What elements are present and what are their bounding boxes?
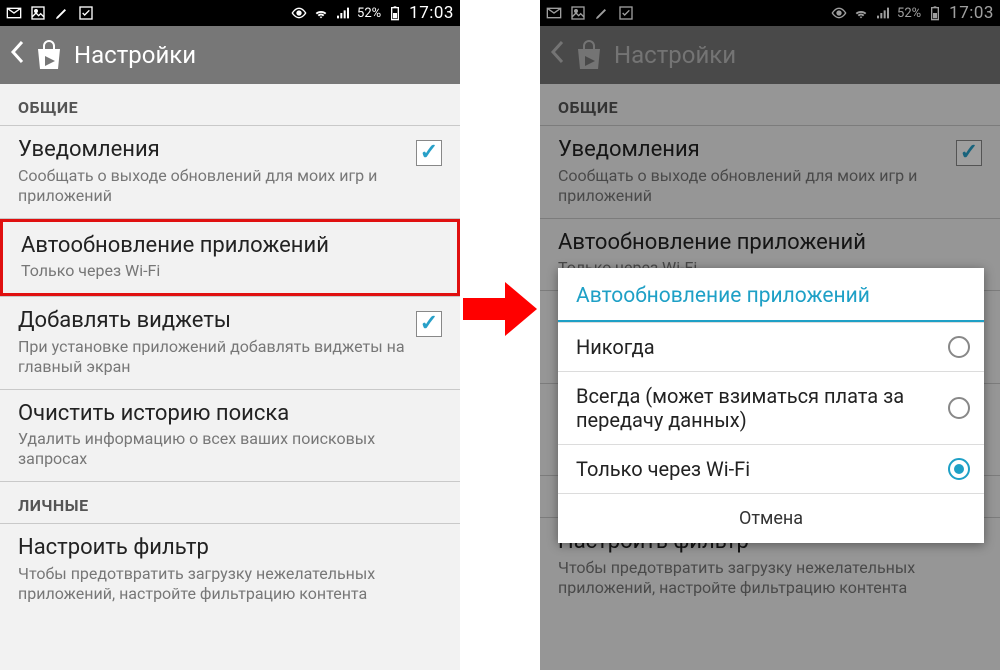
battery-icon xyxy=(387,5,403,21)
setting-clear-history[interactable]: Очистить историю поиска Удалить информац… xyxy=(0,390,460,482)
setting-title: Уведомления xyxy=(558,136,946,164)
action-bar: Настройки xyxy=(540,26,1000,84)
arrow-icon xyxy=(463,280,537,338)
settings-content: ОБЩИЕ Уведомления Сообщать о выходе обно… xyxy=(0,84,460,670)
auto-update-dialog: Автообновление приложений Никогда Всегда… xyxy=(558,268,984,543)
eye-icon xyxy=(831,5,847,21)
status-left-icons xyxy=(6,5,94,21)
checkbox-notifications[interactable]: ✓ xyxy=(416,140,442,166)
dialog-cancel-button[interactable]: Отмена xyxy=(558,493,984,543)
phone-screenshot-left: 52% 17:03 Настройки ОБЩИЕ Уведомления Со… xyxy=(0,0,460,670)
battery-icon xyxy=(927,5,943,21)
setting-title: Очистить историю поиска xyxy=(18,400,442,428)
dialog-option-never[interactable]: Никогда xyxy=(558,322,984,371)
setting-auto-update[interactable]: Автообновление приложений Только через W… xyxy=(3,222,457,294)
checkbox-add-widgets[interactable]: ✓ xyxy=(416,311,442,337)
setting-sub: Сообщать о выходе обновлений для моих иг… xyxy=(18,166,406,206)
action-bar: Настройки xyxy=(0,26,460,84)
status-time: 17:03 xyxy=(409,3,454,23)
setting-add-widgets[interactable]: Добавлять виджеты При установке приложен… xyxy=(0,297,460,389)
setting-filter[interactable]: Настроить фильтр Чтобы предотвратить заг… xyxy=(0,524,460,616)
setting-title: Настроить фильтр xyxy=(18,534,442,562)
play-store-icon xyxy=(574,39,604,71)
dialog-option-always[interactable]: Всегда (может взиматься плата за передач… xyxy=(558,371,984,444)
setting-sub: Только через Wi-Fi xyxy=(21,261,439,281)
status-bar: 52% 17:03 xyxy=(540,0,1000,26)
image-icon xyxy=(570,5,586,21)
setting-notifications: Уведомления Сообщать о выходе обновлений… xyxy=(540,126,1000,218)
status-time: 17:03 xyxy=(949,3,994,23)
dialog-option-label: Никогда xyxy=(576,335,938,359)
phone-screenshot-right: 52% 17:03 Настройки ОБЩИЕ Уведомления Со… xyxy=(540,0,1000,670)
mail-icon xyxy=(546,5,562,21)
dialog-option-wifi[interactable]: Только через Wi-Fi xyxy=(558,444,984,493)
back-chevron-icon xyxy=(550,40,564,70)
checkbox-icon xyxy=(618,5,634,21)
status-right-icons: 52% 17:03 xyxy=(291,3,454,23)
wifi-icon xyxy=(853,5,869,21)
checkbox-notifications: ✓ xyxy=(956,140,982,166)
play-store-icon[interactable] xyxy=(34,39,64,71)
section-personal: ЛИЧНЫЕ xyxy=(0,482,460,523)
setting-sub: Сообщать о выходе обновлений для моих иг… xyxy=(558,166,946,206)
highlight-auto-update: Автообновление приложений Только через W… xyxy=(0,219,460,297)
setting-title: Автообновление приложений xyxy=(558,229,982,257)
action-bar-title: Настройки xyxy=(74,41,196,69)
setting-notifications[interactable]: Уведомления Сообщать о выходе обновлений… xyxy=(0,126,460,218)
radio-wifi[interactable] xyxy=(948,458,970,480)
battery-percent: 52% xyxy=(357,6,381,21)
radio-never[interactable] xyxy=(948,336,970,358)
battery-percent: 52% xyxy=(897,6,921,21)
action-bar-title: Настройки xyxy=(614,41,736,69)
setting-sub: При установке приложений добавлять видже… xyxy=(18,337,406,377)
status-right-icons: 52% 17:03 xyxy=(831,3,994,23)
eye-icon xyxy=(291,5,307,21)
signal-icon xyxy=(875,5,891,21)
section-general: ОБЩИЕ xyxy=(0,84,460,125)
setting-sub: Удалить информацию о всех ваших поисковы… xyxy=(18,429,442,469)
checkbox-icon xyxy=(78,5,94,21)
setting-sub: Чтобы предотвратить загрузку нежелательн… xyxy=(558,558,982,598)
pencil-icon xyxy=(54,5,70,21)
status-left-icons xyxy=(546,5,634,21)
setting-title: Уведомления xyxy=(18,136,406,164)
signal-icon xyxy=(335,5,351,21)
wifi-icon xyxy=(313,5,329,21)
mail-icon xyxy=(6,5,22,21)
status-bar: 52% 17:03 xyxy=(0,0,460,26)
dialog-option-label: Только через Wi-Fi xyxy=(576,457,938,481)
image-icon xyxy=(30,5,46,21)
section-general: ОБЩИЕ xyxy=(540,84,1000,125)
back-chevron-icon[interactable] xyxy=(10,40,24,70)
pencil-icon xyxy=(594,5,610,21)
dialog-title: Автообновление приложений xyxy=(558,268,984,320)
setting-title: Автообновление приложений xyxy=(21,232,439,260)
dialog-option-label: Всегда (может взиматься плата за передач… xyxy=(576,384,938,432)
setting-title: Добавлять виджеты xyxy=(18,307,406,335)
setting-sub: Чтобы предотвратить загрузку нежелательн… xyxy=(18,564,442,604)
radio-always[interactable] xyxy=(948,397,970,419)
